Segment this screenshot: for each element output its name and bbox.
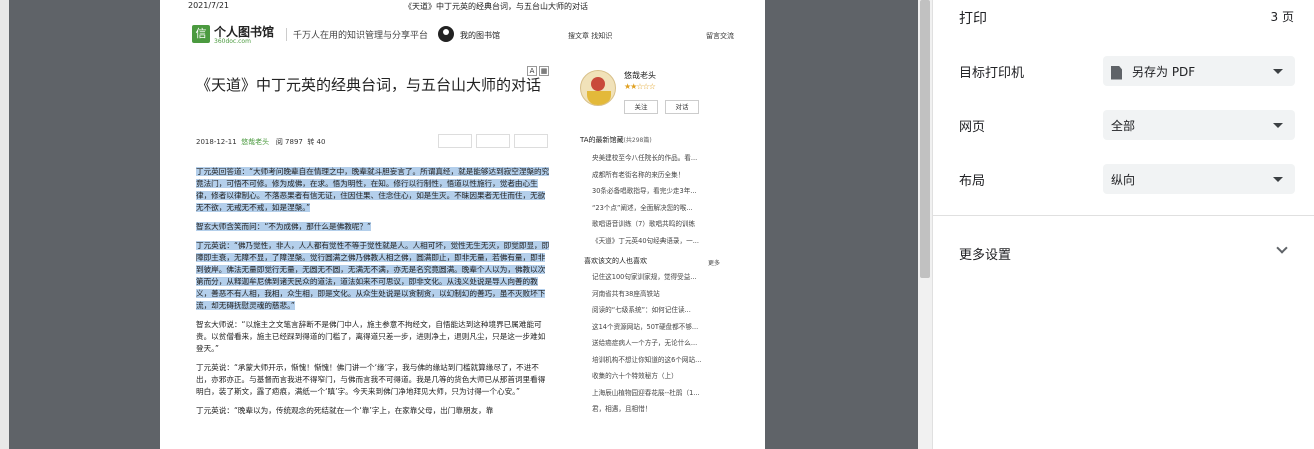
list-item: 河南省共有38座高铁站 (592, 289, 660, 298)
share-box (476, 134, 510, 148)
divider (933, 215, 1314, 216)
list-item: 阅读的“七级系统”：如何记住读... (592, 306, 691, 314)
article-paragraph: 丁元英说：“佛乃觉性，非人，人人都有觉性不等于觉性就是人。人相可坏，觉性无生无灭… (196, 240, 550, 312)
print-title: 打印 (959, 11, 987, 27)
pdf-file-icon (1111, 65, 1122, 80)
preview-page: 2021/7/21 《天道》中丁元英的经典台词，与五台山大师的对话 信 个人图书… (160, 0, 765, 449)
destination-text: 另存为 PDF (1132, 65, 1196, 79)
article-paragraph: 智玄大师说：“以施主之文笔言辞断不是佛门中人，施主参意不拘经文，自悟能达到这种境… (196, 320, 546, 353)
share-box (438, 134, 472, 148)
latest-list: 央美建校至今八任院长的作品。看... 成都所有老街名称的来历全集！ 30条必备唱… (592, 150, 722, 249)
list-item: 君，相遇，且相惜！ (592, 405, 652, 413)
print-dialog: 2021/7/21 《天道》中丁元英的经典台词，与五台山大师的对话 信 个人图书… (0, 0, 1314, 449)
share-box (514, 134, 548, 148)
page-count: 3 页 (1270, 10, 1294, 24)
my-library-link: 我的图书馆 (460, 31, 500, 40)
article-title: 《天道》中丁元英的经典台词，与五台山大师的对话 (196, 76, 542, 94)
print-preview-area: 2021/7/21 《天道》中丁元英的经典台词，与五台山大师的对话 信 个人图书… (0, 0, 918, 449)
list-item: 培训机构不想让你知道的这6个网站... (592, 355, 702, 364)
pages-value: 全部 (1111, 119, 1136, 133)
layout-label: 布局 (959, 174, 986, 189)
list-item: 歌唱语音训练（7）歌唱共鸣的训练 (592, 220, 696, 228)
dropdown-caret-icon (1273, 123, 1283, 128)
highlighted-text: 丁元英回答道：“大师考问晚辈自在情理之中，晚辈就斗胆妄言了。所谓真经，就是能够达… (196, 167, 550, 212)
article-reads: 阅 7897 (275, 138, 303, 146)
article-paragraph: 丁元英回答道：“大师考问晚辈自在情理之中，晚辈就斗胆妄言了。所谓真经，就是能够达… (196, 166, 550, 214)
liked-list: 记住这100句家训家规，觉得受益... 河南省共有38座高铁站 阅读的“七级系统… (592, 269, 722, 418)
article-body: 丁元英回答道：“大师考问晚辈自在情理之中，晚辈就斗胆妄言了。所谓真经，就是能够达… (196, 166, 550, 424)
destination-value: 另存为 PDF (1111, 63, 1195, 80)
list-item: 这14个资源网站，50T硬盘都不够... (592, 322, 699, 331)
latest-title-text: TA的最新馆藏 (580, 136, 624, 144)
layout-value: 纵向 (1111, 173, 1136, 187)
site-nav: 搜文章 找知识 (568, 32, 613, 40)
user-icon (438, 26, 454, 42)
site-slogan: 千万人在用的知识管理与分享平台 (286, 28, 428, 41)
chevron-down-icon[interactable] (1276, 242, 1288, 254)
pages-label: 网页 (959, 120, 986, 135)
message-link: 留言交流 (706, 32, 734, 40)
highlighted-text: 智玄大师含笑而问：“不为成佛，那什么是佛教呢？” (196, 222, 371, 231)
list-item: 送给癌症病人一个方子，无论什么... (592, 339, 698, 347)
preview-left-border (0, 0, 9, 449)
list-item: 30条必备唱歌指导，看完少走3年... (592, 187, 697, 195)
list-item: 《天道》丁元英40句经典语录，一... (592, 236, 699, 245)
list-item: 上海辰山植物园迎春花展--杜鹃（1... (592, 388, 700, 397)
scrollbar-thumb[interactable] (920, 0, 930, 278)
print-settings-panel: 打印 3 页 目标打印机 另存为 PDF 网页 全部 布局 纵向 更多设置 (932, 0, 1314, 449)
list-item: 央美建校至今八任院长的作品。看... (592, 154, 698, 162)
article-shares: 转 40 (307, 138, 326, 146)
article-meta: 2018-12-11 悠哉老头 阅 7897 转 40 (196, 137, 325, 147)
pages-select[interactable]: 全部 (1103, 110, 1295, 140)
layout-select[interactable]: 纵向 (1103, 164, 1295, 194)
avatar (580, 70, 616, 106)
chat-button: 对话 (665, 100, 699, 114)
list-item: 收集的六十个特效秘方（上） (592, 372, 678, 380)
dropdown-caret-icon (1273, 177, 1283, 182)
liked-more-link: 更多 (708, 260, 721, 267)
site-logo-icon: 信 (192, 25, 210, 43)
article-paragraph: 丁元英说：“晚辈以为，传统观念的死结就在一个‘靠’字上，在家靠父母，出门靠朋友，… (196, 406, 494, 415)
list-item: 成都所有老街名称的来历全集！ (592, 170, 685, 179)
page-header-date: 2021/7/21 (188, 1, 230, 10)
article-paragraph: 智玄大师含笑而问：“不为成佛，那什么是佛教呢？” (196, 221, 550, 233)
latest-collection-title: TA的最新馆藏(共298篇) (580, 135, 652, 145)
follow-button: 关注 (624, 100, 658, 114)
site-domain: 360doc.com (214, 38, 251, 45)
article-author: 悠哉老头 (241, 138, 270, 146)
liked-title: 喜欢该文的人也喜欢 (584, 257, 647, 265)
destination-select[interactable]: 另存为 PDF (1103, 56, 1295, 86)
dropdown-caret-icon (1273, 69, 1283, 74)
more-settings-button[interactable]: 更多设置 (959, 244, 1011, 263)
sidebar-user-name: 悠哉老头 (624, 71, 656, 80)
latest-count: (共298篇) (623, 137, 652, 144)
destination-label: 目标打印机 (959, 66, 1025, 81)
article-paragraph: 丁元英说：“承蒙大师开示，惭愧！惭愧！佛门讲一个‘缘’字，我与佛的缘站到门槛就算… (196, 363, 546, 396)
list-item: 记住这100句家训家规，觉得受益... (592, 273, 697, 281)
highlighted-text: 丁元英说：“佛乃觉性，非人，人人都有觉性不等于觉性就是人。人相可坏，觉性无生无灭… (196, 241, 550, 310)
list-item: “23个点”阐述，全面解决您的喉... (592, 203, 693, 212)
rating-stars: ★★☆☆☆ (624, 82, 656, 91)
page-header-title: 《天道》中丁元英的经典台词，与五台山大师的对话 (404, 2, 588, 11)
article-date: 2018-12-11 (196, 138, 237, 146)
preview-scrollbar[interactable] (918, 0, 932, 449)
